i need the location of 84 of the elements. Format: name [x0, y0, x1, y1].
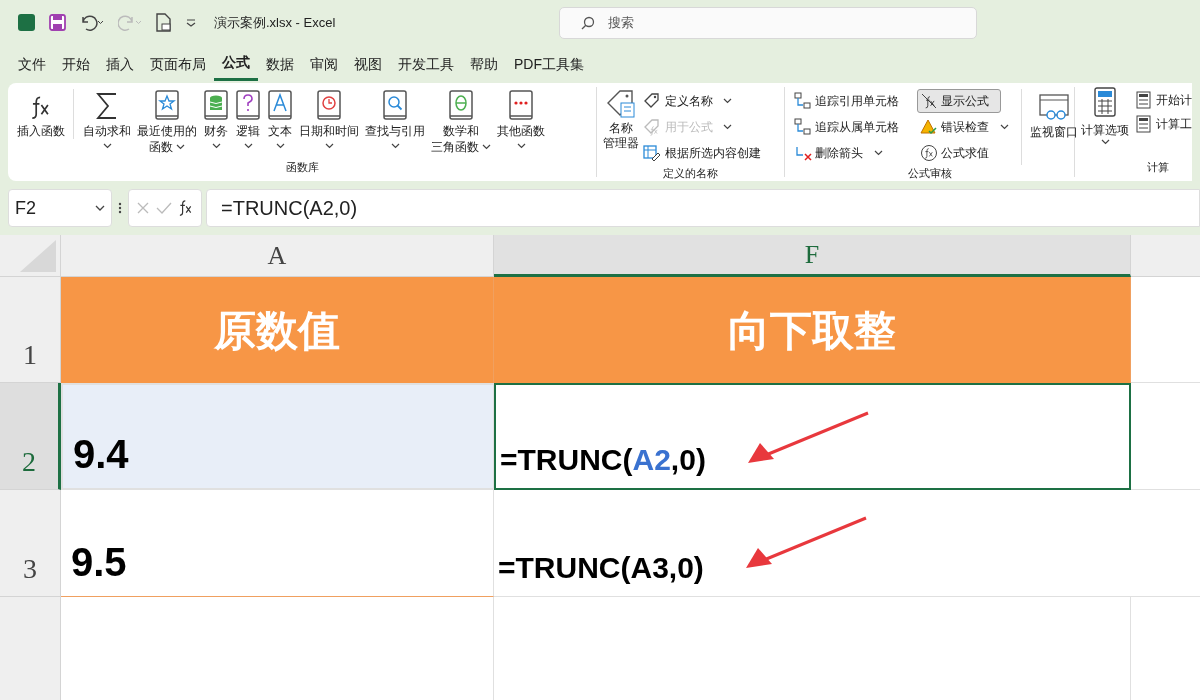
- table-cell: 原数值: [61, 277, 494, 383]
- ribbon-tab[interactable]: 帮助: [462, 47, 506, 81]
- auditing-button[interactable]: 显示公式: [917, 89, 1001, 113]
- function-category-button[interactable]: 文本: [264, 89, 296, 153]
- row-header[interactable]: 2: [0, 383, 61, 490]
- search-icon: [581, 15, 596, 30]
- column-header[interactable]: A: [61, 235, 494, 277]
- function-category-button[interactable]: 逻辑: [232, 89, 264, 153]
- ribbon-tab[interactable]: 开发工具: [390, 47, 462, 81]
- function-category-button[interactable]: 数学和 三角函数: [428, 89, 494, 155]
- ribbon-tab[interactable]: 开始: [54, 47, 98, 81]
- function-category-button[interactable]: 日期和时间: [296, 89, 362, 153]
- calculator-icon: [1135, 91, 1153, 109]
- calculation-button[interactable]: 计算工: [1135, 115, 1192, 133]
- auditing-button[interactable]: 追踪引用单元格: [791, 89, 917, 113]
- table-cell: 9.4: [61, 383, 494, 490]
- auditing-button[interactable]: 错误检查: [917, 115, 1015, 139]
- group-label: 计算: [1146, 159, 1170, 175]
- function-category-button[interactable]: 最近使用的 函数: [134, 89, 200, 155]
- caret-icon: [1100, 139, 1110, 145]
- document-icon[interactable]: [156, 13, 172, 32]
- function-book-icon: [154, 90, 180, 122]
- tag-list-icon: [605, 89, 638, 121]
- watch-window-button[interactable]: 监视窗口: [1021, 89, 1078, 165]
- ribbon-tab[interactable]: 视图: [346, 47, 390, 81]
- window-title: 演示案例.xlsx - Excel: [214, 13, 336, 32]
- formula-text: =TRUNC(A2,0): [500, 442, 706, 478]
- function-book-icon: [203, 90, 229, 122]
- function-category-button[interactable]: 财务: [200, 89, 232, 153]
- auditing-button[interactable]: 追踪从属单元格: [791, 115, 917, 139]
- formula-field[interactable]: =TRUNC(A2,0): [206, 189, 1200, 227]
- check-icon[interactable]: [156, 201, 172, 215]
- calculation-options-button[interactable]: 计算选项: [1081, 87, 1129, 159]
- table-cell: 9.5: [61, 490, 494, 597]
- group-label: 函数库: [284, 159, 320, 175]
- auditing-button[interactable]: 公式求值: [917, 141, 1015, 165]
- name-manager-button[interactable]: 名称 管理器: [603, 87, 640, 165]
- function-book-icon: [382, 90, 408, 122]
- tag-icon: [643, 92, 662, 110]
- column-header[interactable]: F: [494, 235, 1131, 277]
- customize-dropdown-icon[interactable]: [186, 18, 196, 27]
- function-category-button[interactable]: 插入函数: [14, 89, 74, 139]
- ribbon-tab[interactable]: PDF工具集: [506, 47, 592, 81]
- table-cell: 向下取整: [494, 277, 1131, 383]
- fx-circle-icon: [920, 144, 938, 162]
- chevron-down-icon: [95, 205, 105, 211]
- trace-precedents-icon: [794, 92, 812, 110]
- ribbon-tab[interactable]: 数据: [258, 47, 302, 81]
- calculator-icon: [1094, 87, 1116, 117]
- row-header[interactable]: 1: [0, 277, 61, 383]
- row-header[interactable]: 3: [0, 490, 61, 597]
- fx-slash-icon: [920, 92, 938, 110]
- defined-name-button[interactable]: 根据所选内容创建: [643, 141, 762, 165]
- formula-text: =TRUNC(A3,0): [498, 550, 704, 586]
- window-glasses-icon: [1038, 93, 1070, 121]
- fx-icon[interactable]: [178, 200, 194, 216]
- ribbon-tab[interactable]: 插入: [98, 47, 142, 81]
- ribbon-tab[interactable]: 页面布局: [142, 47, 214, 81]
- function-category-button[interactable]: 查找与引用: [362, 89, 428, 153]
- more-options-icon[interactable]: [116, 201, 124, 215]
- warning-check-icon: [920, 118, 938, 136]
- function-book-icon: [267, 90, 293, 122]
- table-tag-icon: [643, 144, 662, 162]
- undo-icon[interactable]: [80, 14, 104, 31]
- name-box[interactable]: F2: [8, 189, 112, 227]
- calculation-button[interactable]: 开始计: [1135, 91, 1192, 109]
- function-book-icon: [235, 90, 261, 122]
- ribbon-tab[interactable]: 审阅: [302, 47, 346, 81]
- group-label: 定义的名称: [662, 166, 720, 181]
- function-book-icon: [448, 90, 474, 122]
- function-book-icon: [508, 90, 534, 122]
- search-field[interactable]: 搜索: [559, 6, 978, 39]
- group-label: 公式审核: [906, 166, 953, 181]
- trace-dependents-icon: [794, 118, 812, 136]
- defined-name-button[interactable]: 定义名称: [643, 89, 762, 113]
- function-category-button[interactable]: 其他函数: [494, 89, 548, 153]
- remove-arrows-icon: [794, 144, 812, 162]
- tag-fx-icon: [643, 118, 662, 136]
- calculator-sheet-icon: [1135, 115, 1153, 133]
- save-icon[interactable]: [49, 14, 66, 31]
- ribbon-tab[interactable]: 文件: [10, 47, 54, 81]
- function-book-icon: [316, 90, 342, 122]
- function-category-button[interactable]: 自动求和: [80, 89, 134, 153]
- auditing-button[interactable]: 删除箭头: [791, 141, 917, 165]
